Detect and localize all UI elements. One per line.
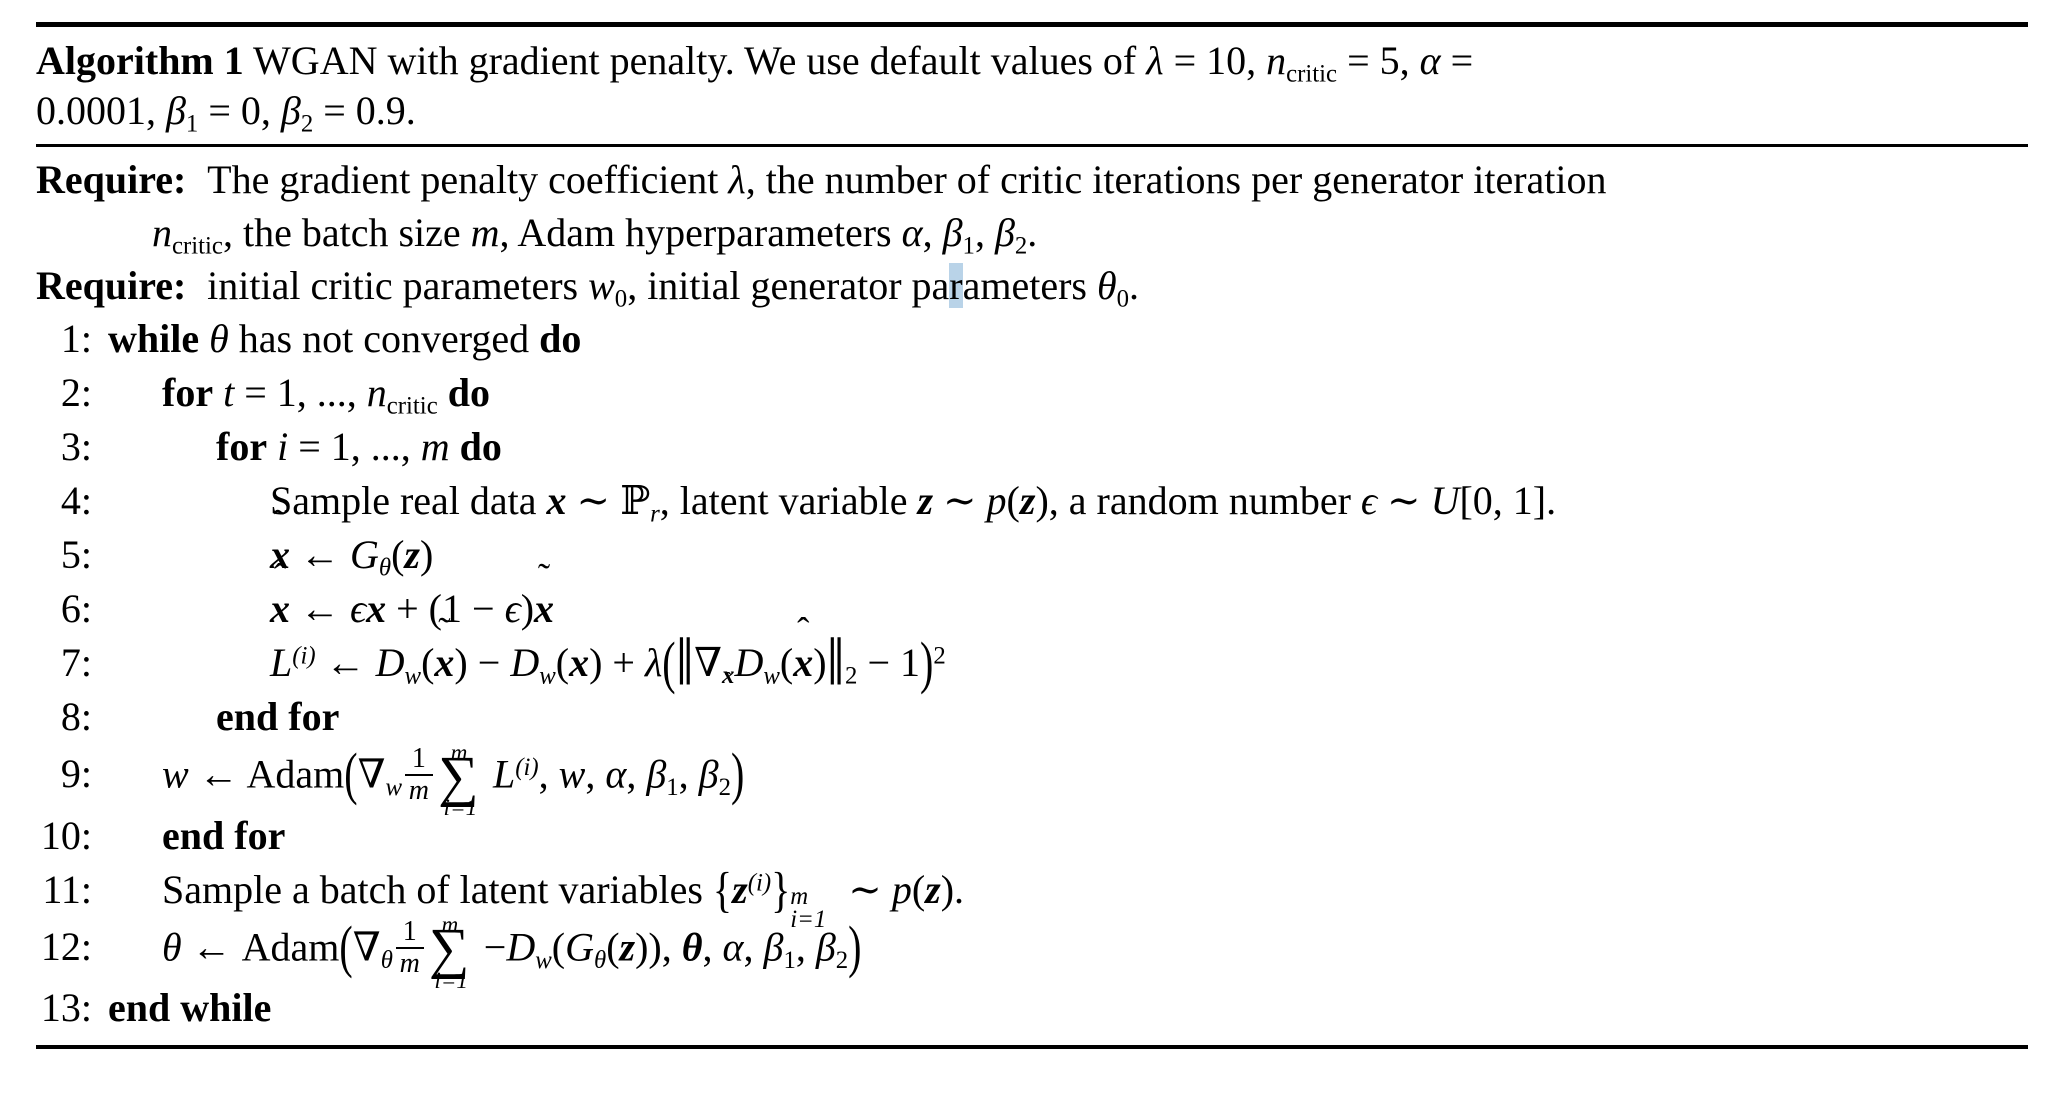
- step-body: ˜ x ← Gθ(z): [270, 502, 434, 582]
- step-number: 11:: [42, 866, 92, 912]
- bottom-rule: [36, 1045, 2028, 1050]
- algorithm-caption: Algorithm 1 WGAN with gradient penalty. …: [36, 38, 1474, 138]
- algorithm-step: 6: ˆx ← ϵx + (1 − ϵ) ˜ x: [36, 556, 2028, 636]
- step-body: ˆx ← ϵx + (1 − ϵ) ˜ x: [108, 556, 555, 636]
- step-body: Sample a batch of latent variables {z(i)…: [162, 860, 965, 934]
- step-body: w ← Adam(∇w 1 m m ∑ i=1 L(i), w, α, β1, β2): [162, 739, 745, 822]
- x-tilde: ˜ x: [534, 556, 555, 631]
- algorithm-step: 4: Sample real data x ∼ ℙr, latent varia…: [36, 474, 2028, 528]
- x-tilde: ˜ x: [270, 502, 290, 577]
- algorithm-step: 12: θ ← Adam(∇θ 1 m m ∑ i=1 −Dw(Gθ(z)), θ, α, …: [36, 912, 2028, 994]
- algorithm-step: 10: end for: [36, 809, 2028, 863]
- step4-text-1: Sample real data: [270, 478, 537, 523]
- algorithm-block: Algorithm 1 WGAN with gradient penalty. …: [36, 22, 2028, 1050]
- keyword-do: do: [459, 424, 502, 469]
- optimizer-name: Adam: [246, 751, 345, 797]
- step-number: 2:: [60, 370, 92, 415]
- require-cont-text-1: , the batch size: [222, 210, 461, 255]
- algorithm-step: 2: for t = 1, ..., ncritic do: [36, 366, 2028, 420]
- algorithm-label: Algorithm 1: [36, 38, 244, 83]
- step-body: end for: [216, 694, 340, 739]
- step-body: θ ← Adam(∇θ 1 m m ∑ i=1 −Dw(Gθ(z)), θ, α, β1, …: [162, 912, 862, 994]
- require2-text-1: initial critic parameters: [207, 263, 579, 308]
- algorithm-step: 5: ˜ x ← Gθ(z): [36, 502, 2028, 582]
- step-number: 3:: [60, 424, 92, 469]
- step-condition-text: has not converged: [238, 316, 530, 361]
- algorithm-caption-text: WGAN with gradient penalty. We use defau…: [253, 38, 1137, 83]
- keyword-while: while: [108, 316, 200, 361]
- algorithm-step: 11: Sample a batch of latent variables {…: [36, 860, 2028, 934]
- algorithm-step: 3: for i = 1, ..., m do: [36, 420, 2028, 474]
- x-hat: ˆx: [270, 556, 290, 631]
- keyword-for: for: [162, 370, 214, 415]
- summation: m ∑ i=1: [428, 912, 470, 994]
- require-line-2: Require: initial critic parameters w0, in…: [36, 263, 1140, 313]
- algorithm-body: Require: The gradient penalty coefficient…: [36, 147, 2028, 1045]
- step4-text-2: , latent variable: [659, 478, 908, 523]
- summation: m ∑ i=1: [438, 739, 479, 822]
- step-number: 10:: [40, 812, 92, 858]
- x-hat: ˆx: [793, 610, 814, 685]
- algorithm-step: 8: end for: [36, 690, 2028, 744]
- text-selection-highlight: r: [949, 263, 963, 308]
- require-text-1: The gradient penalty coefficient: [207, 157, 719, 202]
- step-body: L(i) ← Dw(˜ x) − Dw(x) + λ(∥∇ ˆ xDw(ˆ x)∥2 −…: [270, 610, 946, 695]
- step-number: 4:: [60, 478, 92, 523]
- algorithm-step: 13: end while: [36, 981, 2028, 1035]
- step-body: while θ has not converged do: [108, 316, 582, 361]
- require-label: Require:: [36, 263, 187, 308]
- step-number: 13:: [40, 985, 92, 1031]
- require-line-1-continuation: ncritic, the batch size m, Adam hyperpar…: [152, 210, 1038, 260]
- fraction-one-over-m: 1m: [395, 916, 424, 979]
- step-number: 1:: [60, 316, 92, 361]
- require-label: Require:: [36, 157, 187, 202]
- step-number: 9:: [60, 751, 92, 797]
- algorithm-step: 1: while θ has not converged do: [36, 312, 2028, 366]
- step-number: 6:: [60, 586, 92, 631]
- keyword-for: for: [216, 424, 268, 469]
- algorithm-step: 7: L(i) ← Dw(˜ x) − Dw(x) + λ(∥∇ ˆ xDw(ˆ x)∥…: [36, 610, 2028, 695]
- optimizer-name: Adam: [241, 924, 340, 970]
- x-tilde: ˜ x: [434, 610, 455, 685]
- step11-text: Sample a batch of latent variables: [162, 866, 703, 912]
- step-number: 7:: [60, 640, 92, 685]
- step-number: 5:: [60, 532, 92, 577]
- step-body: end for: [162, 812, 286, 858]
- require-cont-text-2: , Adam hyperparameters: [499, 210, 892, 255]
- step-body: for t = 1, ..., ncritic do: [162, 370, 490, 420]
- step-number: 8:: [60, 694, 92, 739]
- keyword-do: do: [539, 316, 582, 361]
- require-line-1: Require: The gradient penalty coefficient…: [36, 157, 1607, 202]
- step-body: Sample real data x ∼ ℙr, latent variable…: [270, 478, 1557, 528]
- require-text-2: , the number of critic iterations per ge…: [745, 157, 1607, 202]
- step-body: for i = 1, ..., m do: [216, 424, 502, 469]
- step-body: end while: [108, 985, 272, 1031]
- step4-text-3: , a random number: [1048, 478, 1351, 523]
- algorithm-step: 9: w ← Adam(∇w 1 m m ∑ i=1 L(i), w, α, β1, β2): [36, 739, 2028, 822]
- keyword-do: do: [447, 370, 490, 415]
- step-number: 12:: [40, 924, 92, 970]
- fraction-one-over-m: 1m: [404, 743, 433, 806]
